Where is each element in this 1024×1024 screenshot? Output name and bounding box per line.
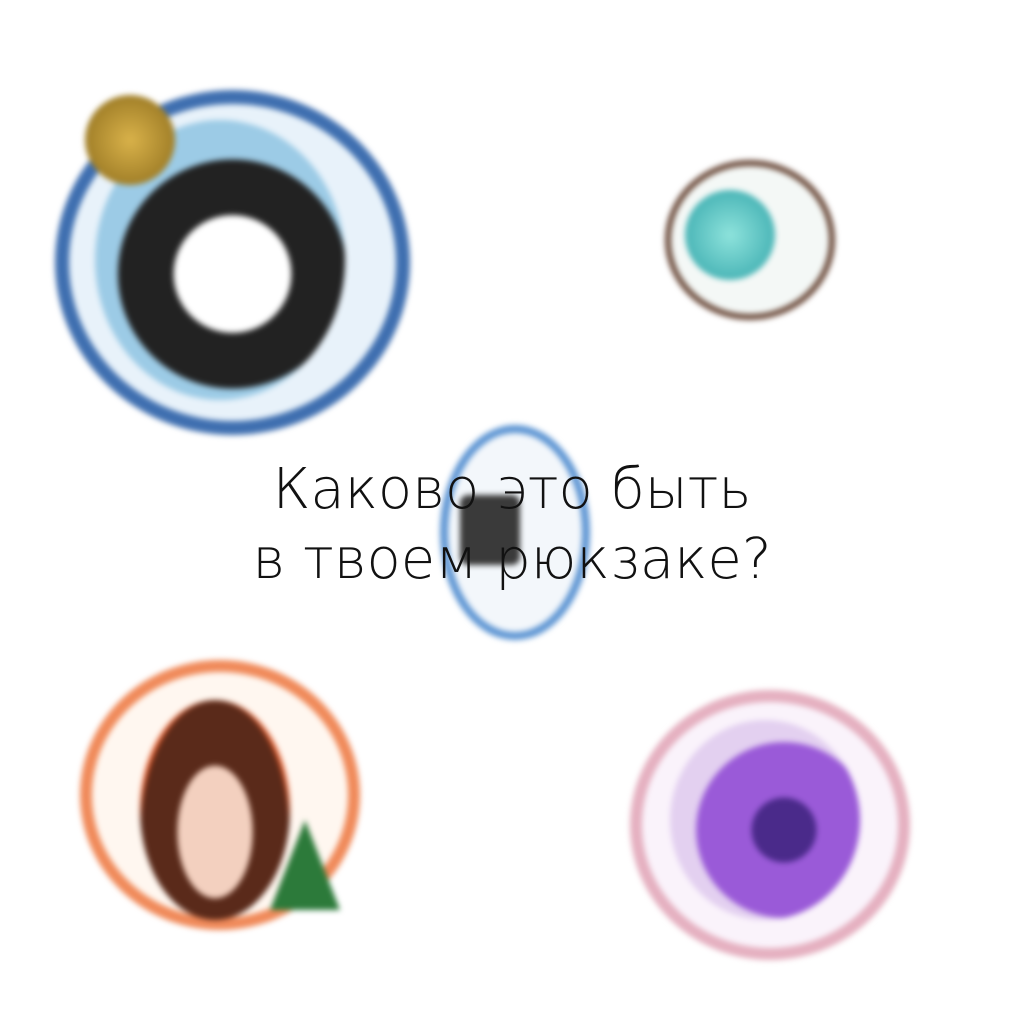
caption-line-2: в твоем рюкзаке? xyxy=(252,527,772,592)
girl-portrait-icon xyxy=(140,700,290,920)
caption-line-1: Каково это быть xyxy=(272,457,752,522)
cyan-creature-avatar-icon xyxy=(665,160,835,320)
cyan-creature-icon xyxy=(685,190,775,280)
purple-dragon-icon xyxy=(670,720,860,920)
coin-icon xyxy=(85,95,175,185)
husky-dog-avatar-icon xyxy=(55,90,410,435)
christmas-tree-icon xyxy=(270,820,340,910)
caption: Каково это быть в твоем рюкзаке? xyxy=(0,455,1024,595)
girl-christmas-avatar-icon xyxy=(80,660,360,930)
purple-dragon-avatar-icon xyxy=(630,690,910,960)
